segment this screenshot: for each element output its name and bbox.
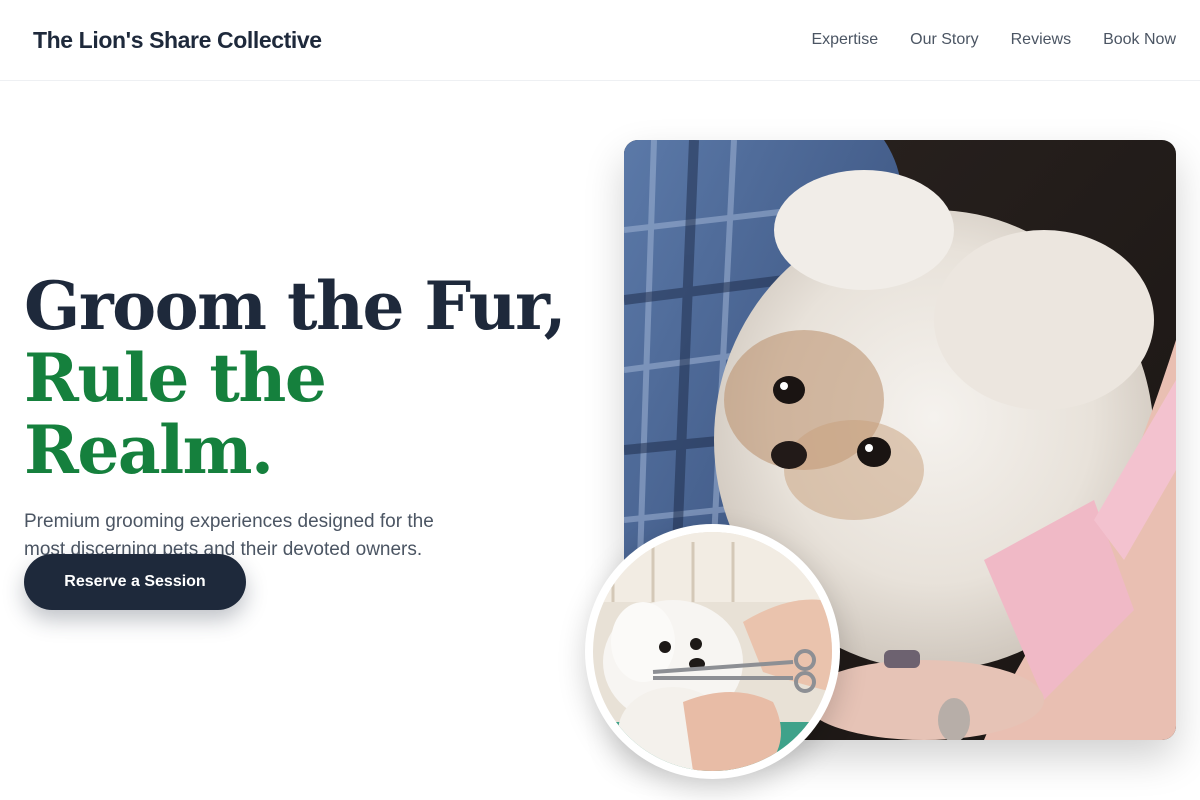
site-header: The Lion's Share Collective Expertise Ou… (0, 0, 1200, 81)
reserve-session-button[interactable]: Reserve a Session (24, 554, 246, 610)
headline-line-1: Groom the Fur, (24, 267, 567, 345)
hero-headline: Groom the Fur, Rule the Realm. (24, 270, 584, 486)
hero-text: Groom the Fur, Rule the Realm. Premium g… (24, 270, 584, 564)
main-nav: Expertise Our Story Reviews Book Now (811, 31, 1176, 49)
inset-photo-dog-trimming (585, 524, 840, 779)
brand-logo[interactable]: The Lion's Share Collective (33, 27, 322, 54)
nav-link-our-story[interactable]: Our Story (910, 31, 978, 49)
headline-line-2: Rule the Realm. (24, 339, 327, 489)
nav-link-book-now[interactable]: Book Now (1103, 31, 1176, 49)
nav-link-reviews[interactable]: Reviews (1011, 31, 1071, 49)
nav-link-expertise[interactable]: Expertise (811, 31, 878, 49)
